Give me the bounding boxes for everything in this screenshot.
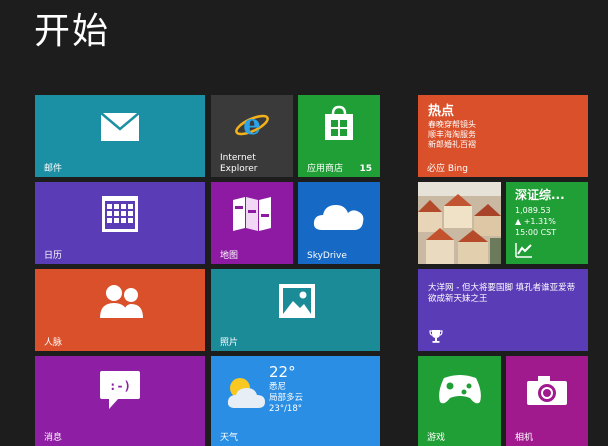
- tile-store-label: 应用商店: [307, 163, 344, 174]
- tile-messaging[interactable]: :-) 消息: [35, 356, 205, 446]
- svg-text:e: e: [243, 108, 261, 141]
- finance-value: 1,089.53: [515, 206, 551, 215]
- store-bag-icon: [325, 105, 353, 140]
- finance-change: ▲ +1.31%: [515, 217, 556, 226]
- stock-chart-icon: [515, 243, 532, 258]
- trophy-icon: [429, 330, 443, 343]
- news-headline: 热点: [428, 104, 455, 119]
- store-update-count: 15: [359, 164, 372, 174]
- people-icon: [100, 285, 143, 318]
- weather-condition: 局部多云: [269, 393, 304, 403]
- tile-messaging-label: 消息: [44, 432, 63, 443]
- tile-finance[interactable]: 深证综... 1,089.53 ▲ +1.31% 15:00 CST: [506, 182, 588, 264]
- tile-maps[interactable]: 地图: [211, 182, 293, 264]
- tile-skydrive[interactable]: SkyDrive: [298, 182, 380, 264]
- sports-headline: 大洋网 - 但大将要国脚 填孔者谁亚爱蒂欲成新天妹之王: [428, 283, 576, 304]
- tile-calendar-label: 日历: [44, 250, 63, 261]
- weather-temperature: 22°: [269, 363, 296, 381]
- tile-games[interactable]: 游戏: [418, 356, 501, 446]
- start-title: 开始: [34, 11, 111, 52]
- tile-games-label: 游戏: [427, 432, 446, 443]
- tile-mail-label: 邮件: [44, 163, 63, 174]
- news-line-2: 顺丰海淘服务: [428, 130, 476, 139]
- finance-time: 15:00 CST: [515, 228, 557, 237]
- speech-bubble-icon: :-): [100, 371, 140, 409]
- tile-people-label: 人脉: [44, 337, 63, 348]
- cloud-icon: [313, 205, 364, 230]
- city-photo: [418, 182, 501, 264]
- tile-mail[interactable]: 邮件: [35, 95, 205, 177]
- internet-explorer-icon: e: [235, 108, 269, 141]
- tile-photos[interactable]: 照片: [211, 269, 380, 351]
- sun-cloud-icon: [227, 378, 265, 408]
- tile-ie-label: Internet Explorer: [220, 153, 258, 174]
- tile-people[interactable]: 人脉: [35, 269, 205, 351]
- camera-icon: [527, 376, 567, 405]
- tile-calendar[interactable]: 日历: [35, 182, 205, 264]
- weather-range: 23°/18°: [269, 404, 302, 414]
- tile-weather-label: 天气: [220, 432, 239, 443]
- tile-internet-explorer[interactable]: e Internet Explorer: [211, 95, 293, 177]
- picture-icon: [279, 284, 315, 318]
- tile-camera-label: 相机: [515, 432, 534, 443]
- tile-camera[interactable]: 相机: [506, 356, 588, 446]
- tile-sports[interactable]: 大洋网 - 但大将要国脚 填孔者谁亚爱蒂欲成新天妹之王: [418, 269, 588, 351]
- envelope-icon: [100, 112, 140, 141]
- tile-skydrive-label: SkyDrive: [307, 250, 347, 261]
- weather-city: 悉尼: [269, 382, 287, 392]
- tile-bing-news[interactable]: 热点 春晚穿帮镜头 顺丰海淘服务 新郎婚礼百褶 必应 Bing: [418, 95, 588, 177]
- tile-photos-label: 照片: [220, 337, 239, 348]
- tile-weather[interactable]: 22° 悉尼 局部多云 23°/18° 天气: [211, 356, 380, 446]
- gamepad-icon: [439, 375, 481, 404]
- tile-maps-label: 地图: [220, 250, 239, 261]
- finance-index-name: 深证综...: [515, 188, 565, 202]
- news-line-1: 春晚穿帮镜头: [428, 120, 476, 129]
- news-line-3: 新郎婚礼百褶: [428, 140, 476, 149]
- calendar-icon: [102, 196, 138, 232]
- news-source: 必应 Bing: [427, 163, 468, 174]
- tile-live-photo[interactable]: [418, 182, 501, 264]
- map-icon: [233, 197, 271, 231]
- svg-text::-): :-): [109, 379, 131, 393]
- tile-store[interactable]: 应用商店 15: [298, 95, 380, 177]
